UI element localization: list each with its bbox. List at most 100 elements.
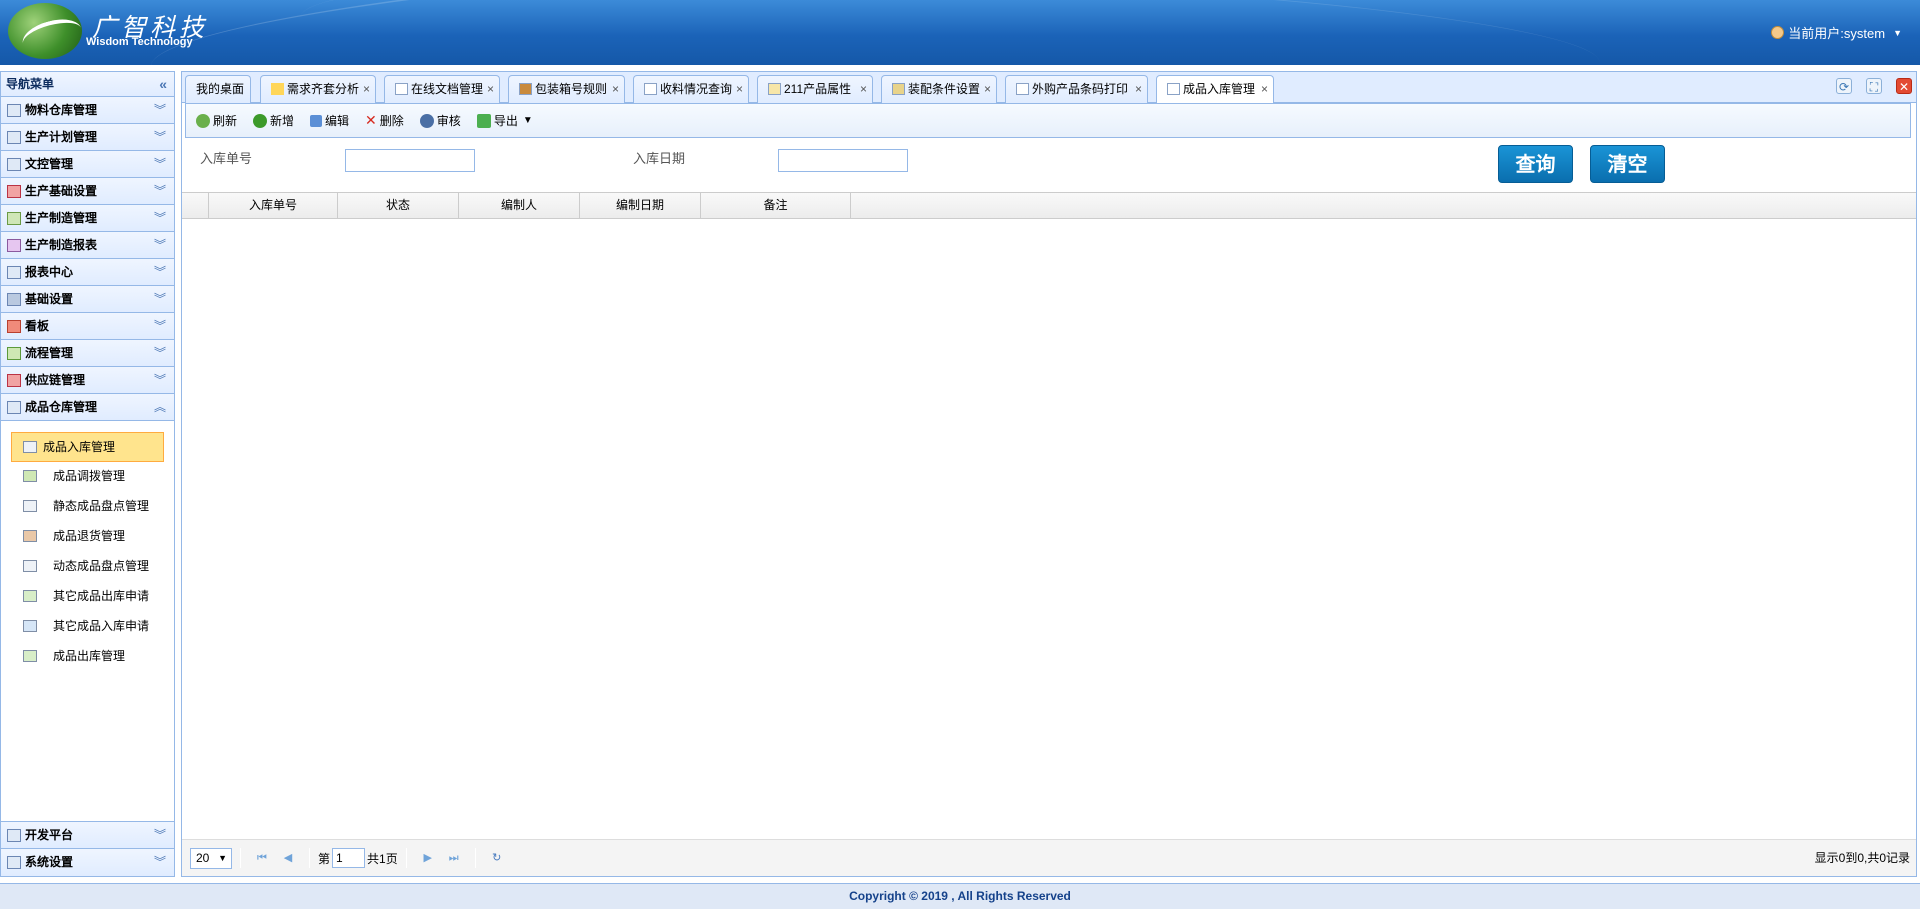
nav-item-label: 成品退货管理: [53, 529, 126, 543]
nav-item-static-inventory[interactable]: 静态成品盘点管理: [11, 492, 164, 522]
tab-finished-inbound[interactable]: 成品入库管理 ×: [1156, 75, 1274, 104]
separator: [405, 848, 407, 868]
close-icon[interactable]: ×: [984, 76, 991, 102]
flag-icon: [7, 320, 21, 333]
tab-online-docs[interactable]: 在线文档管理 ×: [384, 75, 500, 103]
page-size-select[interactable]: 20 ▼: [190, 847, 232, 869]
nav-item-other-outbound[interactable]: 其它成品出库申请: [11, 582, 164, 612]
last-page-icon[interactable]: ⏭: [444, 848, 464, 868]
nav-group-finished-warehouse[interactable]: 成品仓库管理 ︽: [1, 394, 174, 421]
nav-item-other-inbound[interactable]: 其它成品入库申请: [11, 612, 164, 642]
query-button[interactable]: 查询: [1498, 145, 1573, 183]
close-icon[interactable]: ×: [1261, 76, 1268, 102]
column-header[interactable]: 状态: [338, 193, 459, 218]
nav-group-supply-chain[interactable]: 供应链管理 ︾: [1, 367, 174, 394]
nav-item-finished-inbound[interactable]: 成品入库管理: [11, 432, 164, 462]
tab-barcode-print[interactable]: 外购产品条码打印 ×: [1005, 75, 1148, 103]
page-number-input[interactable]: [332, 848, 366, 868]
column-header[interactable]: 备注: [701, 193, 851, 218]
column-header[interactable]: 编制日期: [580, 193, 701, 218]
nav-group-basic-settings[interactable]: 基础设置 ︾: [1, 286, 174, 313]
tab-demand-analysis[interactable]: 需求齐套分析 ×: [260, 75, 376, 103]
close-icon[interactable]: ×: [860, 76, 867, 102]
refresh-icon[interactable]: ⟳: [1836, 78, 1852, 94]
document-icon: [395, 83, 408, 95]
finished-warehouse-submenu: 成品入库管理 成品调拨管理 静态成品盘点管理 成品退货管理 动态成品盘点管理 其…: [1, 421, 174, 822]
close-icon[interactable]: ×: [1135, 76, 1142, 102]
inbound-date-input[interactable]: [778, 149, 908, 172]
nav-item-dynamic-inventory[interactable]: 动态成品盘点管理: [11, 552, 164, 582]
nav-group-label: 看板: [25, 319, 50, 333]
tab-label: 成品入库管理: [1183, 82, 1256, 96]
add-button[interactable]: 新增: [251, 110, 296, 132]
chevron-down-icon: ︾: [153, 103, 166, 117]
prev-page-icon[interactable]: ◀: [278, 848, 298, 868]
nav-item-finished-outbound[interactable]: 成品出库管理: [11, 642, 164, 672]
close-icon[interactable]: ×: [736, 76, 743, 102]
nav-item-finished-transfer[interactable]: 成品调拨管理: [11, 462, 164, 492]
nav-group-label: 成品仓库管理: [25, 400, 98, 414]
nav-group-production-base[interactable]: 生产基础设置 ︾: [1, 178, 174, 205]
audit-button[interactable]: 审核: [418, 110, 463, 132]
reload-icon[interactable]: ↻: [487, 848, 507, 868]
button-label: 导出: [493, 114, 518, 128]
close-icon[interactable]: ×: [363, 76, 370, 102]
chevron-down-icon: ▼: [218, 852, 227, 863]
tab-product-attr[interactable]: 211产品属性 ×: [757, 75, 873, 103]
column-header[interactable]: 编制人: [459, 193, 580, 218]
separator: [474, 848, 476, 868]
tab-label: 装配条件设置: [908, 82, 981, 96]
next-page-icon[interactable]: ▶: [418, 848, 438, 868]
close-icon[interactable]: ×: [487, 76, 494, 102]
nav-group-manufacturing[interactable]: 生产制造管理 ︾: [1, 205, 174, 232]
export-button[interactable]: 导出 ▼: [475, 110, 535, 132]
separator: [240, 848, 241, 868]
platform-icon: [7, 829, 21, 842]
nav-group-report-center[interactable]: 报表中心 ︾: [1, 259, 174, 286]
chevron-up-icon: ︽: [153, 400, 166, 414]
delete-icon: ✕: [365, 112, 377, 128]
chart-icon: [7, 239, 21, 252]
nav-group-label: 文控管理: [25, 157, 74, 171]
tab-label: 在线文档管理: [411, 82, 484, 96]
close-icon[interactable]: ×: [612, 76, 619, 102]
edit-button[interactable]: 编辑: [308, 110, 351, 132]
nav-group-manufacturing-report[interactable]: 生产制造报表 ︾: [1, 232, 174, 259]
nav-group-workflow[interactable]: 流程管理 ︾: [1, 340, 174, 367]
button-label: 编辑: [325, 114, 350, 128]
nav-group-document-control[interactable]: 文控管理 ︾: [1, 151, 174, 178]
tab-assembly-condition[interactable]: 装配条件设置 ×: [881, 75, 997, 103]
chevron-down-icon: ▼: [522, 115, 533, 126]
close-all-icon[interactable]: ✕: [1896, 78, 1912, 94]
fullscreen-icon[interactable]: ⛶: [1866, 78, 1882, 94]
user-menu[interactable]: 当前用户:system ▼: [1771, 23, 1902, 42]
nav-group-label: 基础设置: [25, 292, 74, 306]
nav-item-label: 静态成品盘点管理: [53, 499, 150, 513]
barcode-icon: [1016, 83, 1029, 95]
first-page-icon[interactable]: ⏮: [252, 848, 272, 868]
refresh-button[interactable]: 刷新: [194, 110, 239, 132]
nav-group-dashboard[interactable]: 看板 ︾: [1, 313, 174, 340]
nav-group-production-plan[interactable]: 生产计划管理 ︾: [1, 124, 174, 151]
tab-receiving-query[interactable]: 收料情况查询 ×: [633, 75, 749, 103]
grid-header: 入库单号 状态 编制人 编制日期 备注: [182, 193, 1916, 219]
nav-group-material-warehouse[interactable]: 物料仓库管理 ︾: [1, 97, 174, 124]
nav-item-finished-return[interactable]: 成品退货管理: [11, 522, 164, 552]
button-label: 审核: [436, 114, 461, 128]
column-header[interactable]: 入库单号: [209, 193, 338, 218]
workflow-icon: [7, 347, 21, 360]
nav-item-label: 其它成品出库申请: [53, 589, 150, 603]
nav-group-label: 物料仓库管理: [25, 103, 98, 117]
refresh-icon: [196, 113, 210, 128]
nav-group-dev-platform[interactable]: 开发平台 ︾: [1, 822, 174, 849]
copyright-footer: Copyright © 2019 , All Rights Reserved: [0, 883, 1920, 909]
page-prefix: 第: [318, 851, 331, 866]
clear-button[interactable]: 清空: [1590, 145, 1665, 183]
order-no-input[interactable]: [345, 149, 475, 172]
tab-package-rule[interactable]: 包装箱号规则 ×: [508, 75, 625, 103]
collapse-sidebar-icon[interactable]: «: [159, 72, 167, 97]
nav-group-system-settings[interactable]: 系统设置 ︾: [1, 849, 174, 876]
tab-my-desktop[interactable]: 我的桌面: [185, 75, 251, 103]
delete-button[interactable]: ✕ 删除: [363, 110, 406, 132]
navigation-sidebar: 导航菜单 « 物料仓库管理 ︾ 生产计划管理 ︾ 文控管理 ︾ 生产基础设置 ︾ 生产制…: [0, 71, 175, 877]
